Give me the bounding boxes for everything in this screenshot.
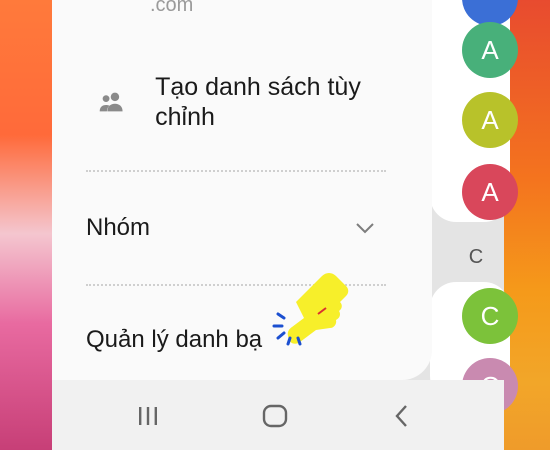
chevron-down-icon[interactable]	[354, 220, 376, 236]
navigation-drawer	[52, 0, 432, 380]
contact-avatar[interactable]: A	[462, 92, 518, 148]
people-icon	[99, 92, 123, 112]
recent-apps-button[interactable]	[128, 398, 168, 434]
back-icon	[395, 405, 407, 427]
divider	[86, 170, 386, 172]
recent-apps-icon	[139, 407, 157, 425]
groups-item[interactable]: Nhóm	[86, 214, 150, 242]
groups-label: Nhóm	[86, 214, 151, 241]
account-email: .com	[150, 0, 194, 16]
contact-avatar[interactable]: A	[462, 22, 518, 78]
home-button[interactable]	[255, 398, 295, 434]
wallpaper-left	[0, 0, 52, 450]
contact-avatar[interactable]: A	[462, 164, 518, 220]
section-letter: C	[468, 246, 484, 268]
contact-avatar[interactable]: C	[462, 288, 518, 344]
home-icon	[262, 404, 288, 428]
manage-contacts-item[interactable]: Quản lý danh bạ	[86, 326, 262, 354]
create-custom-list-label: Tạo danh sách tùy chỉnh	[155, 73, 361, 131]
back-button[interactable]	[382, 398, 422, 434]
create-custom-list-item[interactable]: Tạo danh sách tùy chỉnh	[86, 72, 386, 132]
pointing-hand-icon	[272, 273, 349, 346]
manage-contacts-label: Quản lý danh bạ	[86, 326, 263, 353]
